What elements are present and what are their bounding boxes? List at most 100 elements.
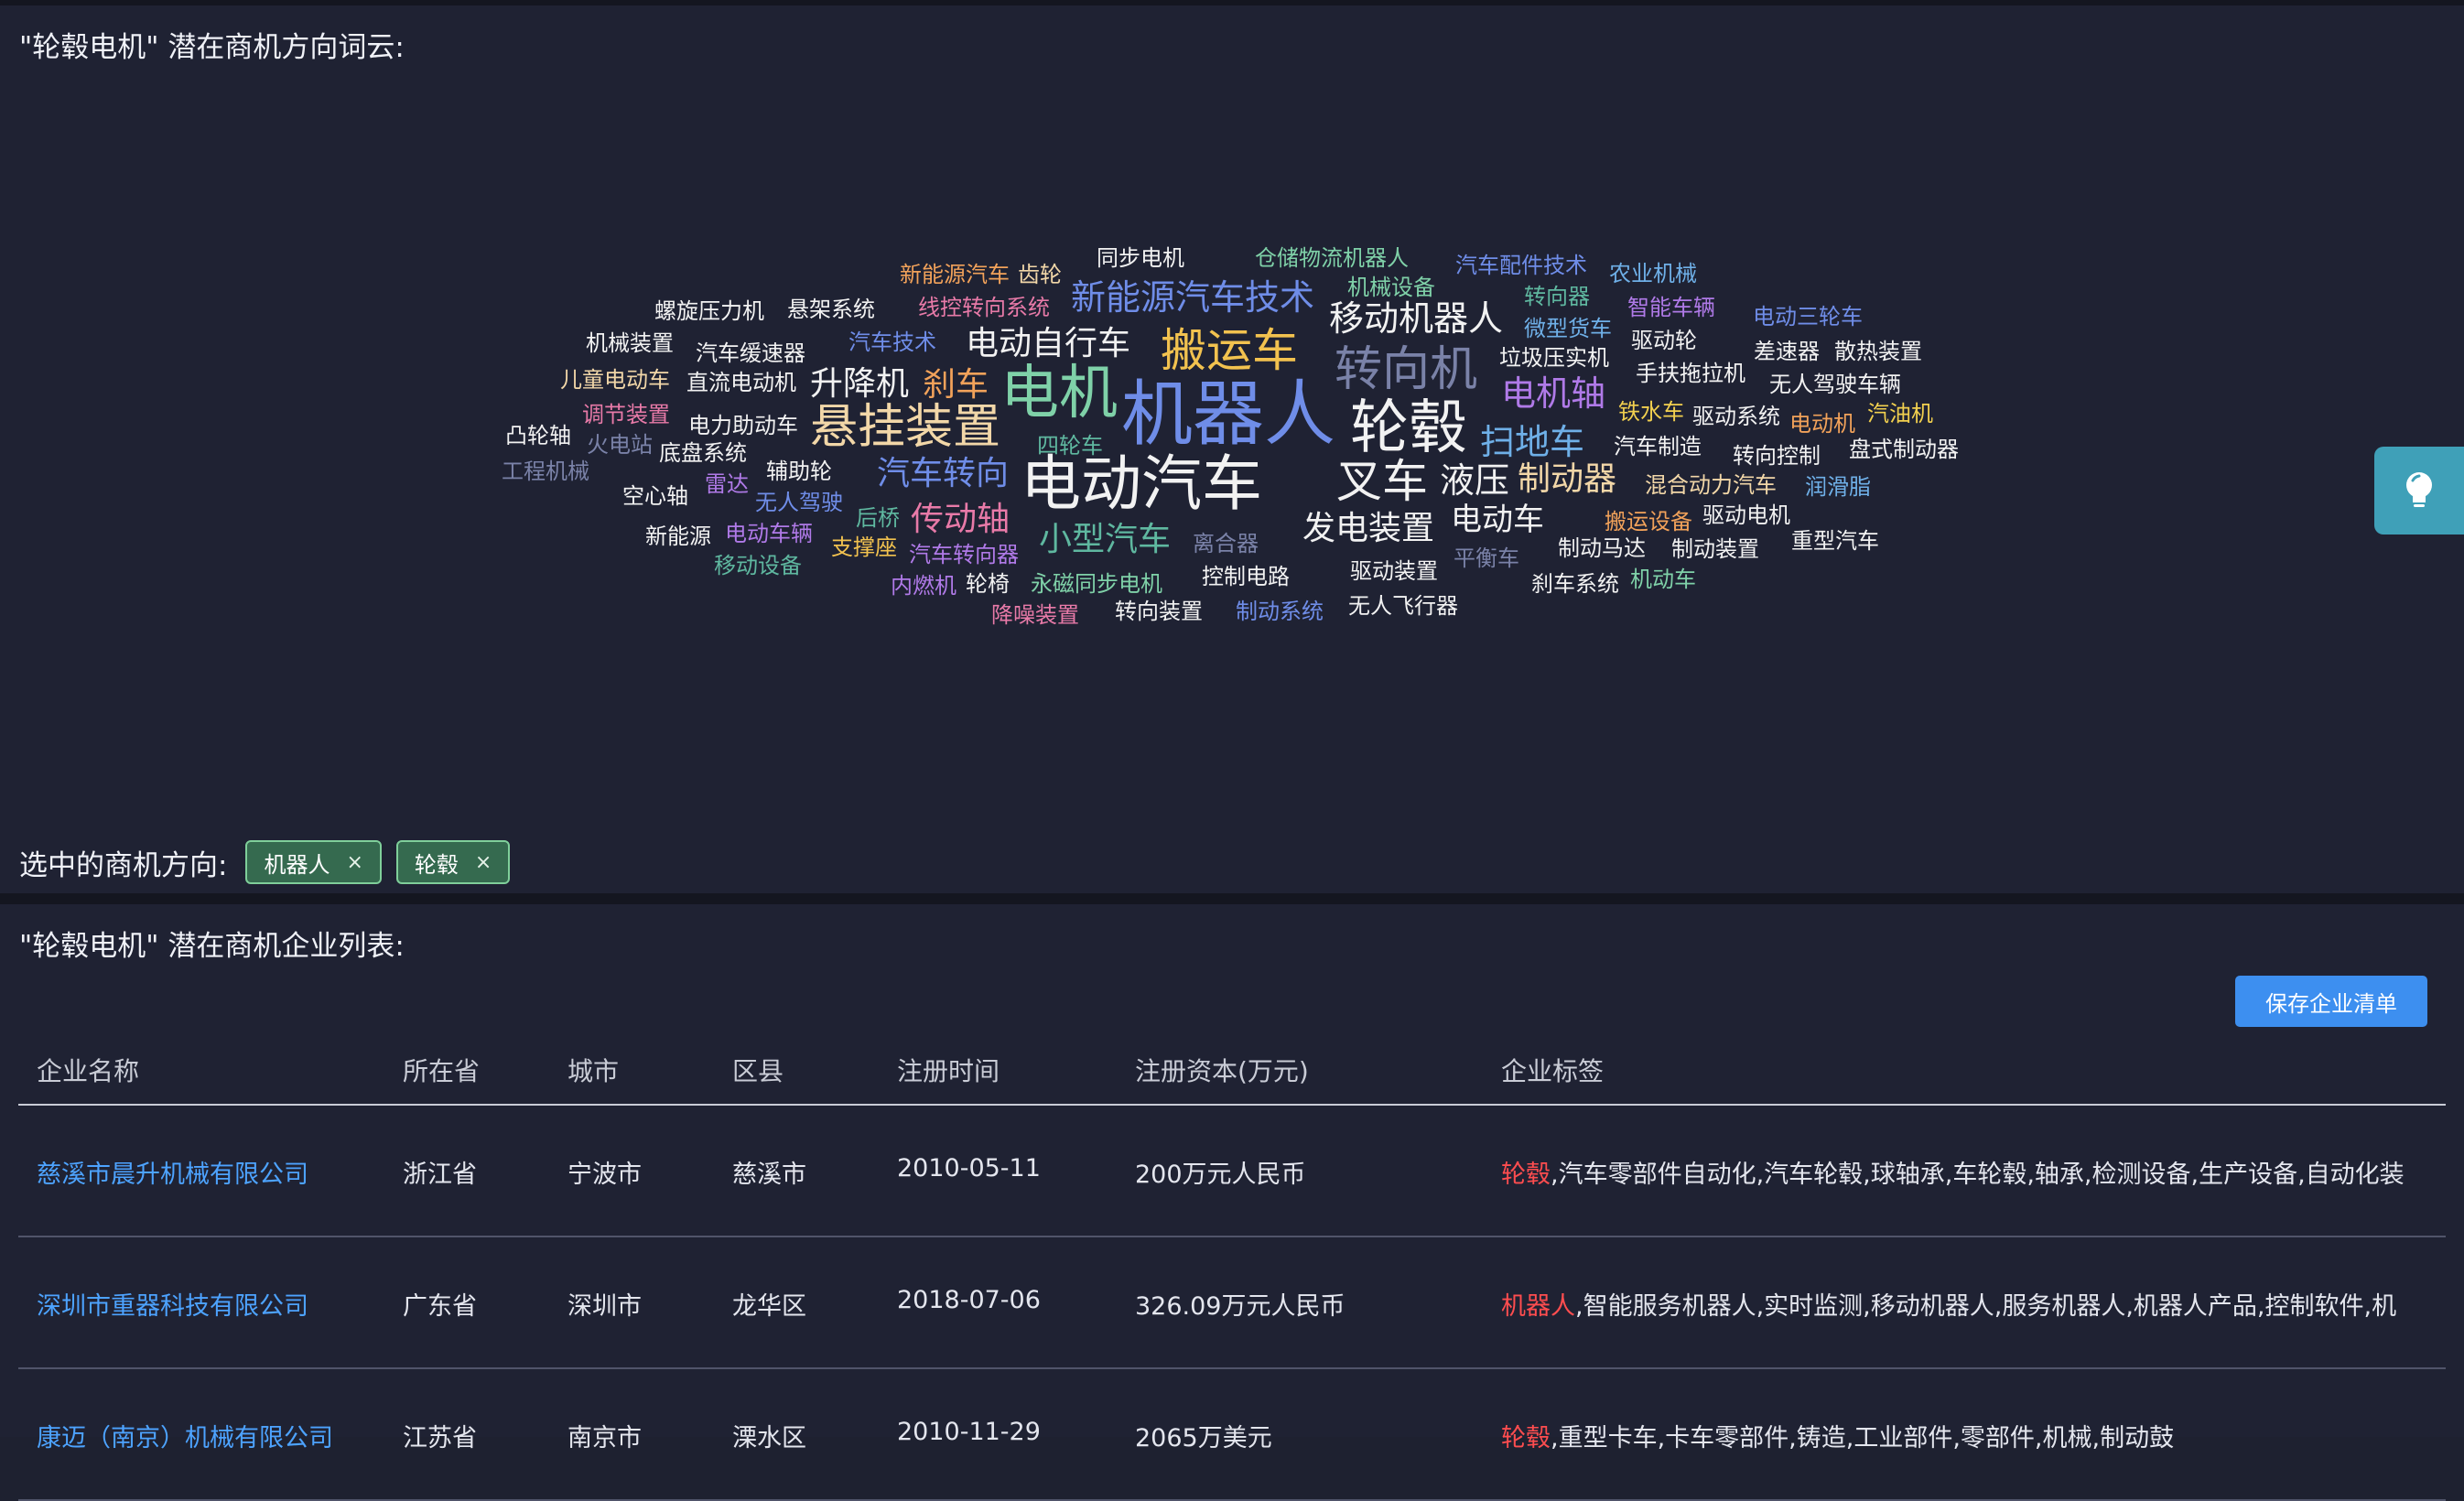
wordcloud-word[interactable]: 机器人 (1121, 379, 1335, 450)
wordcloud-word[interactable]: 汽车制造 (1614, 436, 1702, 458)
wordcloud-word[interactable]: 汽车配件技术 (1455, 254, 1587, 276)
wordcloud-word[interactable]: 小型汽车 (1039, 524, 1171, 556)
wordcloud-word[interactable]: 凸轮轴 (505, 425, 571, 447)
wordcloud-word[interactable]: 平衡车 (1454, 547, 1519, 569)
wordcloud-word[interactable]: 永磁同步电机 (1031, 573, 1162, 595)
wordcloud-word[interactable]: 发电装置 (1302, 513, 1434, 545)
wordcloud-word[interactable]: 刹车系统 (1531, 573, 1619, 595)
wordcloud-word[interactable]: 液压 (1440, 463, 1509, 498)
wordcloud-word[interactable]: 转向器 (1524, 286, 1590, 308)
col-header-tags[interactable]: 企业标签 (1501, 1052, 1604, 1088)
wordcloud-word[interactable]: 扫地车 (1480, 425, 1584, 459)
wordcloud-word[interactable]: 工程机械 (502, 460, 589, 482)
col-header-date[interactable]: 注册时间 (897, 1052, 1000, 1088)
wordcloud-word[interactable]: 无人飞行器 (1348, 595, 1458, 617)
wordcloud-word[interactable]: 汽车转向 (877, 458, 1009, 491)
wordcloud-word[interactable]: 转向装置 (1115, 600, 1203, 622)
wordcloud-word[interactable]: 升降机 (810, 368, 909, 401)
wordcloud-word[interactable]: 农业机械 (1609, 263, 1697, 285)
company-name-link[interactable]: 慈溪市晨升机械有限公司 (37, 1154, 308, 1190)
wordcloud-word[interactable]: 驱动电机 (1702, 504, 1790, 526)
wordcloud-word[interactable]: 无人驾驶 (755, 491, 843, 513)
wordcloud-word[interactable]: 润滑脂 (1805, 476, 1871, 498)
lightbulb-button[interactable] (2374, 447, 2464, 535)
wordcloud-word[interactable]: 机动车 (1630, 568, 1696, 590)
wordcloud-word[interactable]: 垃圾压实机 (1499, 347, 1609, 369)
wordcloud-word[interactable]: 内燃机 (891, 575, 956, 597)
wordcloud-word[interactable]: 汽车技术 (848, 331, 936, 353)
wordcloud-word[interactable]: 齿轮 (1018, 264, 1062, 286)
wordcloud-word[interactable]: 移动机器人 (1329, 301, 1503, 336)
wordcloud-word[interactable]: 空心轴 (622, 485, 688, 507)
wordcloud-word[interactable]: 线控转向系统 (918, 297, 1050, 319)
wordcloud-word[interactable]: 辅助轮 (766, 460, 832, 482)
wordcloud-word[interactable]: 底盘系统 (659, 442, 747, 464)
wordcloud-word[interactable]: 轮毂 (1350, 399, 1467, 458)
wordcloud-word[interactable]: 电力助动车 (688, 415, 798, 437)
wordcloud-word[interactable]: 驱动系统 (1692, 405, 1780, 427)
save-list-button[interactable]: 保存企业清单 (2235, 976, 2427, 1027)
wordcloud-word[interactable]: 后桥 (856, 507, 900, 529)
wordcloud-word[interactable]: 电机轴 (1501, 376, 1605, 411)
wordcloud-word[interactable]: 轮椅 (966, 573, 1010, 595)
wordcloud-word[interactable]: 刹车 (923, 369, 989, 402)
wordcloud-word[interactable]: 差速器 (1754, 340, 1820, 362)
wordcloud-word[interactable]: 电动汽车 (1021, 454, 1262, 514)
wordcloud-word[interactable]: 电动自行车 (966, 328, 1130, 361)
tag-close-icon[interactable]: × (475, 851, 492, 874)
wordcloud-word[interactable]: 降噪装置 (991, 604, 1079, 626)
wordcloud-word[interactable]: 移动设备 (714, 555, 802, 577)
wordcloud-word[interactable]: 离合器 (1193, 533, 1259, 555)
wordcloud-word[interactable]: 转向机 (1335, 346, 1477, 394)
wordcloud-word[interactable]: 散热装置 (1834, 340, 1922, 362)
wordcloud-word[interactable]: 驱动轮 (1631, 329, 1697, 351)
wordcloud-word[interactable]: 制动器 (1518, 463, 1616, 496)
wordcloud-word[interactable]: 仓储物流机器人 (1255, 247, 1409, 269)
wordcloud-word[interactable]: 同步电机 (1097, 247, 1184, 269)
wordcloud-word[interactable]: 叉车 (1336, 459, 1428, 504)
wordcloud-word[interactable]: 螺旋压力机 (654, 300, 764, 322)
company-name-link[interactable]: 深圳市重器科技有限公司 (37, 1286, 308, 1322)
col-header-capital[interactable]: 注册资本(万元) (1135, 1052, 1309, 1088)
wordcloud-word[interactable]: 制动马达 (1558, 537, 1646, 559)
wordcloud-word[interactable]: 机械装置 (586, 332, 674, 354)
wordcloud-word[interactable]: 四轮车 (1037, 435, 1103, 457)
wordcloud-word[interactable]: 悬挂装置 (810, 404, 1000, 451)
wordcloud-word[interactable]: 制动装置 (1671, 538, 1759, 560)
wordcloud-word[interactable]: 雷达 (705, 473, 749, 495)
wordcloud-word[interactable]: 调节装置 (582, 404, 670, 426)
wordcloud-word[interactable]: 新能源 (645, 525, 711, 547)
wordcloud-word[interactable]: 直流电动机 (686, 372, 796, 394)
col-header-province[interactable]: 所在省 (403, 1052, 480, 1088)
wordcloud-word[interactable]: 传动轴 (911, 503, 1010, 536)
wordcloud-word[interactable]: 搬运车 (1161, 328, 1298, 373)
col-header-district[interactable]: 区县 (732, 1052, 784, 1088)
wordcloud-word[interactable]: 悬架系统 (787, 298, 875, 320)
wordcloud-word[interactable]: 智能车辆 (1627, 297, 1715, 319)
wordcloud-word[interactable]: 电动车辆 (725, 523, 813, 545)
wordcloud-word[interactable]: 无人驾驶车辆 (1769, 373, 1901, 395)
wordcloud-word[interactable]: 搬运设备 (1605, 511, 1692, 533)
wordcloud-word[interactable]: 微型货车 (1524, 318, 1612, 340)
wordcloud-word[interactable]: 火电站 (587, 434, 653, 456)
wordcloud-word[interactable]: 新能源汽车 (900, 264, 1010, 286)
wordcloud-word[interactable]: 儿童电动车 (560, 369, 670, 391)
wordcloud-word[interactable]: 驱动装置 (1350, 560, 1438, 582)
wordcloud-word[interactable]: 汽车转向器 (909, 544, 1019, 566)
wordcloud-word[interactable]: 支撑座 (831, 536, 897, 558)
wordcloud-word[interactable]: 控制电路 (1202, 566, 1290, 588)
wordcloud-word[interactable]: 新能源汽车技术 (1071, 280, 1314, 315)
wordcloud-word[interactable]: 转向控制 (1733, 445, 1821, 467)
wordcloud-word[interactable]: 汽车缓速器 (696, 342, 805, 364)
wordcloud-word[interactable]: 电动车 (1451, 504, 1544, 535)
company-name-link[interactable]: 康迈（南京）机械有限公司 (37, 1418, 333, 1453)
wordcloud-word[interactable]: 汽油机 (1867, 403, 1933, 425)
wordcloud-word[interactable]: 电机 (1000, 364, 1118, 423)
wordcloud-word[interactable]: 机械设备 (1347, 276, 1435, 298)
wordcloud-word[interactable]: 重型汽车 (1791, 530, 1879, 552)
wordcloud-word[interactable]: 盘式制动器 (1849, 438, 1959, 460)
wordcloud-word[interactable]: 铁水车 (1618, 401, 1684, 423)
wordcloud-word[interactable]: 混合动力汽车 (1645, 474, 1777, 496)
wordcloud-word[interactable]: 手扶拖拉机 (1636, 362, 1745, 384)
wordcloud-word[interactable]: 制动系统 (1236, 600, 1324, 622)
